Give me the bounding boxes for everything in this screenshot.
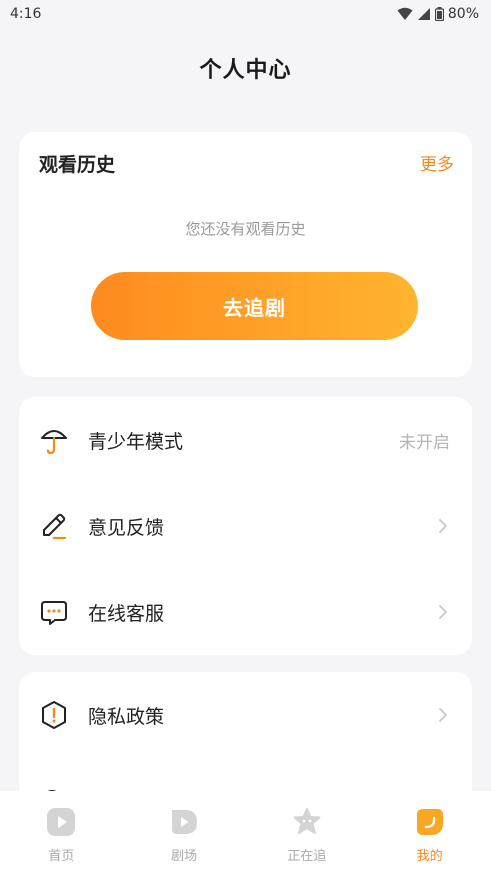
pencil-icon <box>39 511 69 541</box>
nav-label: 剧场 <box>171 849 198 864</box>
chat-icon <box>39 597 69 627</box>
shield-alert-icon <box>39 700 69 730</box>
nav-label: 首页 <box>48 849 75 864</box>
menu-item-label: 隐私政策 <box>88 705 165 728</box>
nav-item-theater[interactable]: 剧场 <box>123 791 246 873</box>
umbrella-icon <box>39 425 69 455</box>
wifi-icon <box>397 7 413 20</box>
nav-item-mine[interactable]: 我的 <box>368 791 491 873</box>
play-square-icon <box>46 807 76 837</box>
chevron-right-icon <box>439 519 447 533</box>
moon-badge-icon <box>415 807 445 837</box>
menu-item-value: 未开启 <box>399 432 450 453</box>
play-drop-icon <box>169 807 199 837</box>
nav-item-following[interactable]: 正在追 <box>246 791 369 873</box>
watch-history-title: 观看历史 <box>39 154 116 176</box>
page-title: 个人中心 <box>199 58 292 83</box>
menu-item-customer-service[interactable]: 在线客服 <box>19 569 472 655</box>
status-time: 4:16 <box>10 6 42 22</box>
nav-label: 正在追 <box>287 849 327 864</box>
menu-item-label: 意见反馈 <box>88 516 165 539</box>
menu-item-privacy-policy[interactable]: 隐私政策 <box>19 672 472 758</box>
status-icons: 80% <box>397 6 479 22</box>
chevron-right-icon <box>439 708 447 722</box>
nav-label: 我的 <box>416 849 443 864</box>
menu-item-label: 在线客服 <box>88 602 165 625</box>
bottom-nav: 首页 剧场 正在追 我的 <box>0 791 491 873</box>
battery-percent: 80% <box>447 6 479 22</box>
settings-card: 青少年模式 未开启 意见反馈 在线客服 <box>19 397 472 655</box>
watch-history-more-link[interactable]: 更多 <box>420 150 454 175</box>
watch-history-card: 观看历史 更多 您还没有观看历史 去追剧 <box>19 132 472 377</box>
status-bar: 4:16 80% <box>0 0 491 28</box>
menu-item-teen-mode[interactable]: 青少年模式 未开启 <box>19 397 472 483</box>
watch-history-empty-text: 您还没有观看历史 <box>185 220 306 238</box>
go-watch-button[interactable]: 去追剧 <box>91 272 418 340</box>
menu-item-feedback[interactable]: 意见反馈 <box>19 483 472 569</box>
signal-icon <box>417 8 430 20</box>
chevron-right-icon <box>439 605 447 619</box>
star-face-icon <box>292 807 322 837</box>
nav-item-home[interactable]: 首页 <box>0 791 123 873</box>
menu-item-label: 青少年模式 <box>88 430 184 453</box>
battery-icon <box>434 7 444 21</box>
